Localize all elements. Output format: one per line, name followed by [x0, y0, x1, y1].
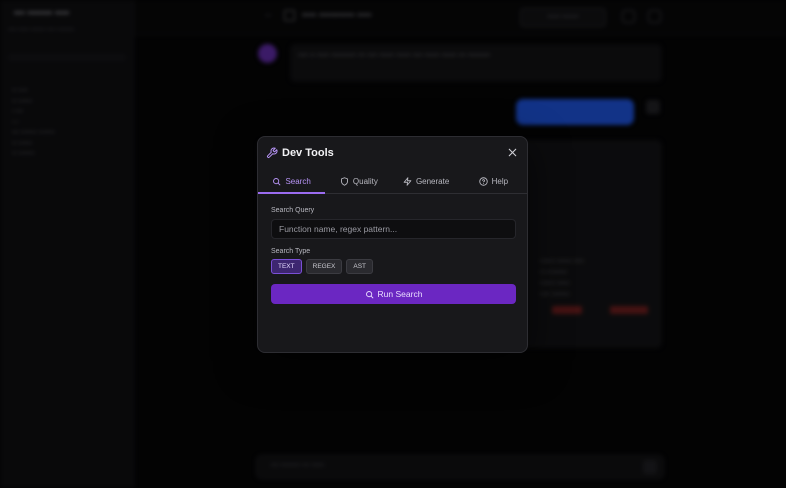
tab-label: Help	[491, 176, 509, 186]
tab-label: Search	[285, 176, 311, 186]
search-icon	[365, 290, 373, 298]
run-search-button[interactable]: Run Search	[271, 284, 516, 304]
tab-help[interactable]: Help	[460, 169, 527, 193]
close-button[interactable]	[506, 146, 519, 159]
modal-title: Dev Tools	[282, 147, 334, 159]
search-type-label: Search Type	[271, 248, 311, 255]
modal-header: Dev Tools	[258, 137, 527, 169]
modal-tabs: Search Quality Generate Help	[258, 169, 527, 194]
tab-quality[interactable]: Quality	[325, 169, 392, 193]
search-type-regex-button[interactable]: REGEX	[305, 259, 343, 274]
search-icon	[273, 177, 281, 185]
tab-label: Quality	[352, 176, 378, 186]
tab-search[interactable]: Search	[258, 169, 326, 194]
wrench-icon	[266, 147, 278, 159]
tab-label: Generate	[415, 176, 450, 186]
shield-icon	[340, 176, 348, 186]
close-icon	[508, 148, 517, 157]
run-search-label: Run Search	[377, 289, 423, 299]
search-type-ast-button[interactable]: AST	[346, 259, 374, 274]
dev-tools-modal: Dev Tools Search Quality Generate Help S…	[257, 136, 528, 353]
search-query-label: Search Query	[271, 207, 315, 214]
search-type-text-button[interactable]: TEXT	[271, 259, 302, 274]
lightning-icon	[403, 176, 412, 186]
help-circle-icon	[478, 176, 488, 186]
search-type-group: TEXT REGEX AST	[271, 259, 374, 274]
search-query-input[interactable]	[271, 219, 516, 239]
tab-generate[interactable]: Generate	[393, 169, 460, 193]
